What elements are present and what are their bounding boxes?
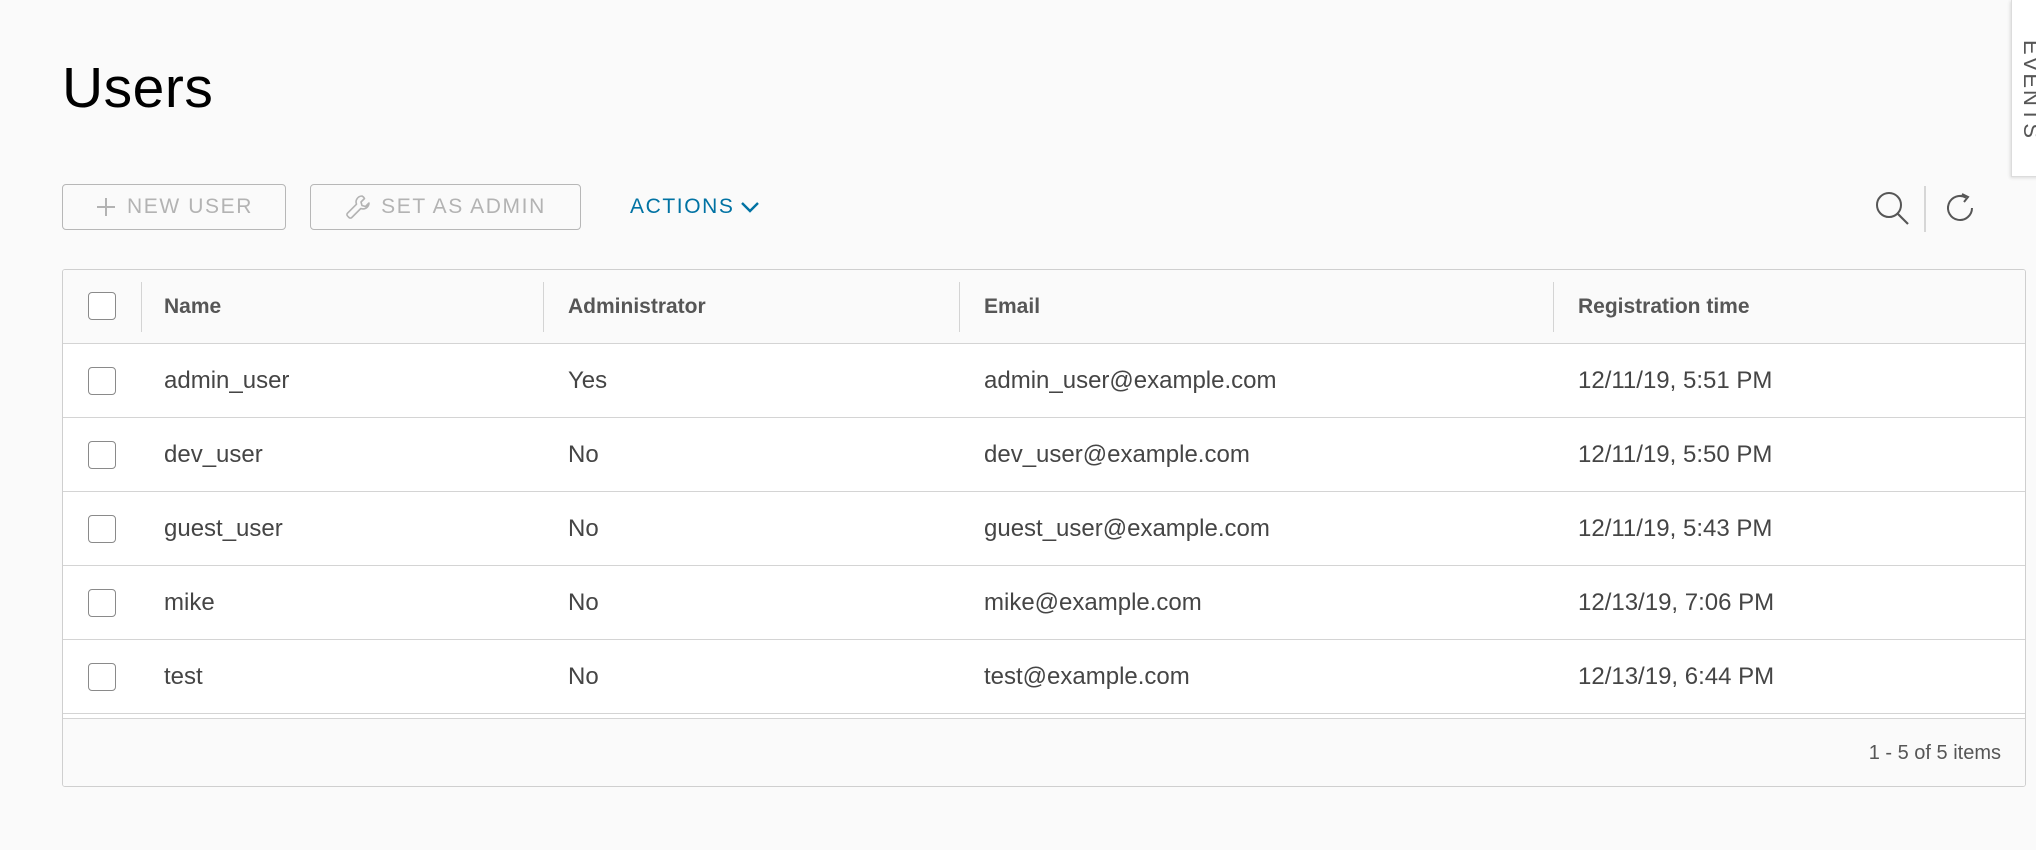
cell-name: admin_user [164, 367, 290, 394]
cell-administrator: No [568, 589, 599, 616]
datagrid-footer: 1 - 5 of 5 items [63, 718, 2025, 786]
row-checkbox[interactable] [88, 663, 116, 691]
users-datagrid: Name Administrator Email Registration ti… [62, 269, 2026, 787]
row-checkbox[interactable] [88, 367, 116, 395]
column-separator [141, 282, 142, 332]
datagrid-header: Name Administrator Email Registration ti… [63, 270, 2025, 344]
actions-dropdown[interactable]: ACTIONS [630, 184, 761, 230]
refresh-icon[interactable] [1940, 188, 1980, 228]
chevron-down-icon [739, 196, 761, 218]
search-icon[interactable] [1872, 188, 1912, 228]
events-side-tab-label: EVENTS [2020, 40, 2036, 141]
cell-email: guest_user@example.com [984, 515, 1270, 542]
cell-email: dev_user@example.com [984, 441, 1250, 468]
cell-administrator: No [568, 515, 599, 542]
wrench-icon [345, 194, 371, 220]
set-as-admin-label: SET AS ADMIN [381, 195, 546, 218]
cell-administrator: No [568, 663, 599, 690]
users-page: Users EVENTS NEW USER SET AS ADMIN ACTIO… [0, 0, 2036, 850]
cell-name: test [164, 663, 203, 690]
select-all-checkbox[interactable] [88, 292, 116, 320]
actions-label: ACTIONS [630, 195, 735, 218]
row-checkbox[interactable] [88, 515, 116, 543]
cell-name: guest_user [164, 515, 283, 542]
column-separator[interactable] [1553, 282, 1554, 332]
column-separator[interactable] [959, 282, 960, 332]
toolbar-divider [1924, 186, 1926, 232]
table-row[interactable]: dev_user No dev_user@example.com 12/11/1… [63, 418, 2025, 492]
cell-email: mike@example.com [984, 589, 1202, 616]
events-side-tab[interactable]: EVENTS [2011, 0, 2036, 177]
cell-name: dev_user [164, 441, 263, 468]
page-title: Users [62, 56, 214, 120]
cell-registration-time: 12/11/19, 5:50 PM [1578, 441, 1773, 468]
cell-registration-time: 12/13/19, 7:06 PM [1578, 589, 1775, 616]
cell-registration-time: 12/13/19, 6:44 PM [1578, 663, 1775, 690]
set-as-admin-button[interactable]: SET AS ADMIN [310, 184, 581, 230]
cell-email: test@example.com [984, 663, 1190, 690]
cell-registration-time: 12/11/19, 5:43 PM [1578, 515, 1773, 542]
cell-administrator: Yes [568, 367, 608, 394]
column-header-administrator[interactable]: Administrator [568, 270, 706, 344]
cell-registration-time: 12/11/19, 5:51 PM [1578, 367, 1773, 394]
new-user-button[interactable]: NEW USER [62, 184, 286, 230]
table-row[interactable]: test No test@example.com 12/13/19, 6:44 … [63, 640, 2025, 714]
row-checkbox[interactable] [88, 441, 116, 469]
cell-name: mike [164, 589, 215, 616]
cell-administrator: No [568, 441, 599, 468]
column-header-registration-time[interactable]: Registration time [1578, 270, 1750, 344]
table-row[interactable]: guest_user No guest_user@example.com 12/… [63, 492, 2025, 566]
column-separator[interactable] [543, 282, 544, 332]
plus-icon [95, 196, 117, 218]
new-user-label: NEW USER [127, 195, 253, 218]
table-row[interactable]: admin_user Yes admin_user@example.com 12… [63, 344, 2025, 418]
column-header-name[interactable]: Name [164, 270, 221, 344]
toolbar: NEW USER SET AS ADMIN ACTIONS [62, 184, 2022, 232]
row-checkbox[interactable] [88, 589, 116, 617]
table-row[interactable]: mike No mike@example.com 12/13/19, 7:06 … [63, 566, 2025, 640]
pagination-count: 1 - 5 of 5 items [1868, 741, 2001, 764]
cell-email: admin_user@example.com [984, 367, 1277, 394]
column-header-email[interactable]: Email [984, 270, 1040, 344]
